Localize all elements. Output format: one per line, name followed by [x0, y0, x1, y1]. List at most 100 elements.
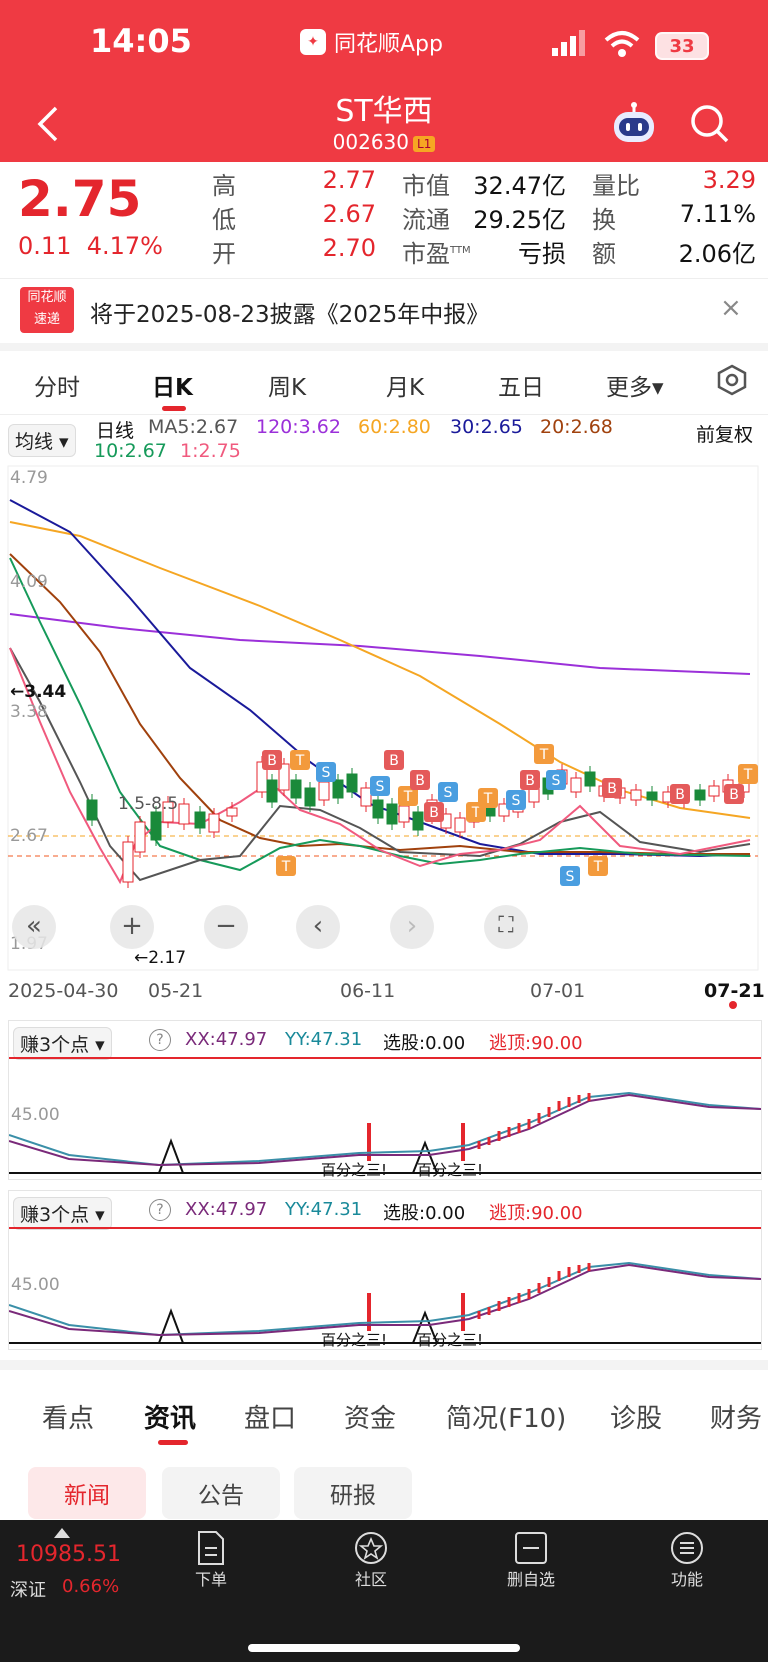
remove-watchlist-button[interactable]: 删自选	[496, 1530, 566, 1590]
function-button[interactable]: 功能	[652, 1530, 722, 1590]
bs-markers-group: B TSSBTBBSTT SBTSSTB B BTT	[262, 744, 758, 886]
notice-banner[interactable]: 同花顺 速递 将于2025-08-23披露《2025年中报》 ×	[0, 278, 768, 351]
ma10-value: 10:2.67	[94, 440, 167, 462]
robot-assistant-icon[interactable]	[610, 100, 658, 146]
signal-marker-text: T	[483, 791, 493, 807]
ma30-value: 30:2.65	[450, 416, 523, 438]
notice-logo-top: 同花顺	[27, 290, 67, 305]
kline-chart[interactable]: B TSSBTBBSTT SBTSSTB B BTT	[0, 462, 768, 982]
status-time: 14:05	[90, 22, 192, 60]
help-icon[interactable]: ?	[149, 1029, 171, 1051]
tab-news[interactable]: 资讯	[144, 1398, 196, 1435]
app-badge[interactable]: ✦ 同花顺App	[300, 26, 443, 58]
mktcap-value: 32.47亿	[473, 172, 566, 200]
tab-more[interactable]: 更多▾	[606, 368, 664, 402]
ma1-line	[9, 647, 751, 885]
order-button[interactable]: 下单	[176, 1530, 246, 1590]
tab-intraday[interactable]: 分时	[34, 368, 80, 402]
tab-orderbook[interactable]: 盘口	[244, 1398, 296, 1435]
bottom-tab-underline	[158, 1440, 188, 1445]
news-button[interactable]: 新闻	[28, 1467, 146, 1519]
top-value: 逃顶:90.00	[489, 1033, 583, 1054]
signal-marker-text: S	[552, 773, 561, 789]
tab-capital[interactable]: 资金	[344, 1398, 396, 1435]
index-value[interactable]: 10985.51	[16, 1542, 121, 1567]
candle-body	[360, 787, 372, 807]
candle-body	[412, 811, 424, 831]
remove-watchlist-label: 删自选	[506, 1570, 555, 1589]
indicator-note-2a: 百分之三!	[321, 1331, 388, 1349]
document-icon	[198, 1531, 224, 1565]
announcement-button[interactable]: 公告	[162, 1467, 280, 1519]
low-label: 低	[212, 206, 236, 234]
tab-weekly-k[interactable]: 周K	[268, 368, 306, 402]
change-value: 0.11	[18, 232, 72, 260]
signal-marker-text: B	[729, 787, 739, 803]
signal-marker-text: T	[295, 753, 305, 769]
low-marker: ←2.17	[134, 948, 187, 968]
ma1-value: 1:2.75	[180, 440, 241, 462]
collapse-left-button[interactable]: «	[12, 905, 56, 949]
signal-marker-text: B	[607, 781, 617, 797]
scroll-left-button[interactable]: ‹	[296, 905, 340, 949]
price-change: 0.11 4.17%	[18, 232, 163, 260]
zoom-in-button[interactable]: +	[110, 905, 154, 949]
mktcap-label: 市值	[402, 172, 450, 200]
float-value: 29.25亿	[473, 206, 566, 234]
tab-daily-k[interactable]: 日K	[152, 368, 193, 402]
zoom-out-button[interactable]: −	[204, 905, 248, 949]
signal-marker-text: B	[415, 773, 425, 789]
triangle-up-icon	[54, 1528, 70, 1538]
search-icon[interactable]	[690, 104, 730, 144]
candle-body	[86, 799, 98, 821]
community-button[interactable]: 社区	[336, 1530, 406, 1590]
tab-highlights[interactable]: 看点	[42, 1398, 94, 1435]
stock-code-text: 002630	[332, 130, 410, 154]
ma5-line	[9, 647, 751, 882]
ma60-value: 60:2.80	[358, 416, 431, 438]
x-label-0521: 05-21	[148, 980, 204, 1002]
function-label: 功能	[670, 1570, 703, 1589]
signal-marker-text: T	[593, 859, 603, 875]
indicator-selector-2[interactable]: 赚3个点 ▾	[13, 1197, 112, 1230]
ma120-line	[9, 613, 751, 675]
signal-icon	[552, 30, 585, 56]
tab-five-day[interactable]: 五日	[498, 368, 544, 402]
fullscreen-button[interactable]: ⛶	[484, 905, 528, 949]
adjust-mode[interactable]: 前复权	[696, 420, 753, 447]
settings-hexagon-icon[interactable]	[716, 364, 748, 396]
high-value: 2.77	[322, 166, 376, 194]
tab-monthly-k[interactable]: 月K	[386, 368, 424, 402]
index-name: 深证	[10, 1580, 46, 1601]
tab-finance[interactable]: 财务	[710, 1398, 762, 1435]
section-gap	[0, 1360, 768, 1370]
community-label: 社区	[354, 1570, 387, 1589]
candle-body	[266, 779, 278, 803]
candle-body	[528, 787, 540, 803]
candle-body	[398, 805, 410, 823]
x-label-start: 2025-04-30	[8, 980, 119, 1002]
amount-value: 2.06亿	[678, 240, 756, 268]
ma-selector[interactable]: 均线 ▾	[8, 424, 76, 457]
top-line	[9, 1227, 761, 1229]
indicator-panel-1[interactable]: 赚3个点 ▾ ? XX:47.97 YY:47.31 选股:0.00 逃顶:90…	[8, 1020, 762, 1180]
signal-marker-text: B	[429, 805, 439, 821]
help-icon[interactable]: ?	[149, 1199, 171, 1221]
tab-diagnosis[interactable]: 诊股	[610, 1398, 662, 1435]
candle-body	[454, 817, 466, 833]
indicator-selector-1[interactable]: 赚3个点 ▾	[13, 1027, 112, 1060]
close-icon[interactable]: ×	[720, 293, 742, 323]
level-badge: L1	[413, 135, 436, 152]
home-indicator	[248, 1644, 520, 1652]
signal-marker-text: T	[539, 747, 549, 763]
research-button[interactable]: 研报	[294, 1467, 412, 1519]
candle-body	[346, 773, 358, 793]
indicator-panel-2[interactable]: 赚3个点 ▾ ? XX:47.97 YY:47.31 选股:0.00 逃顶:90…	[8, 1190, 762, 1350]
scroll-right-button[interactable]: ›	[390, 905, 434, 949]
range-annotation: 1.5-8.5	[118, 794, 179, 814]
vol-ratio-label: 量比	[592, 172, 640, 200]
notice-text: 将于2025-08-23披露《2025年中报》	[90, 302, 490, 328]
ma120-value: 120:3.62	[256, 416, 341, 438]
tab-profile[interactable]: 简况(F10)	[446, 1398, 566, 1435]
candle-body	[178, 803, 190, 825]
